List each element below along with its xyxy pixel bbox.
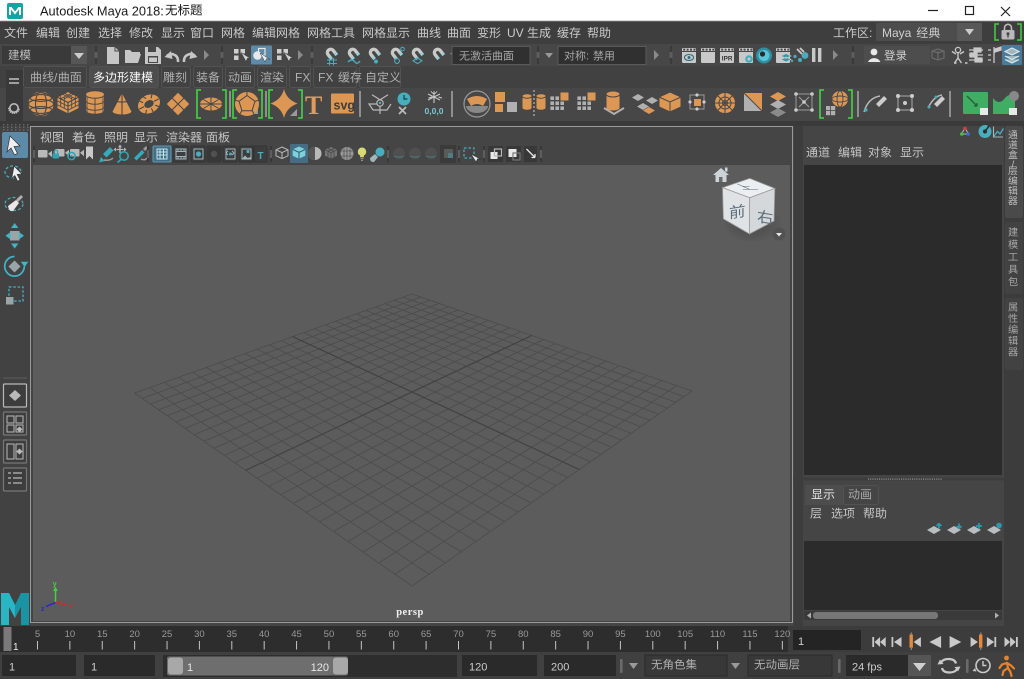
svg-text:x: x	[69, 603, 73, 610]
svg-text:80: 80	[518, 629, 529, 640]
svg-text:200: 200	[551, 662, 569, 674]
svg-text:120: 120	[774, 629, 790, 640]
svg-text:IPR: IPR	[722, 56, 733, 63]
svg-text:60: 60	[388, 629, 399, 640]
svg-text:T: T	[258, 151, 264, 162]
svg-text:/: /	[1012, 160, 1015, 171]
svg-text:1: 1	[9, 662, 15, 674]
svg-text:UV: UV	[507, 26, 524, 40]
svg-text:1: 1	[187, 662, 193, 674]
svg-text:T: T	[305, 91, 322, 120]
svg-text:120: 120	[469, 662, 487, 674]
svg-text:z: z	[41, 606, 45, 613]
svg-text:85: 85	[550, 629, 561, 640]
svg-text:75: 75	[486, 629, 497, 640]
svg-text:FX: FX	[295, 71, 310, 85]
svg-text:15: 15	[97, 629, 108, 640]
svg-text:55: 55	[356, 629, 367, 640]
svg-text:20: 20	[129, 629, 140, 640]
svg-text:90: 90	[583, 629, 594, 640]
svg-text::: :	[869, 26, 872, 40]
svg-text:Autodesk Maya 2018:: Autodesk Maya 2018:	[40, 4, 167, 19]
svg-text:45: 45	[291, 629, 302, 640]
svg-text:persp: persp	[396, 607, 424, 618]
svg-text:25: 25	[162, 629, 173, 640]
svg-text:65: 65	[421, 629, 432, 640]
svg-text::: :	[586, 51, 589, 63]
svg-text:110: 110	[710, 629, 725, 640]
svg-text:50: 50	[324, 629, 335, 640]
svg-text:svg: svg	[334, 99, 356, 113]
svg-text:35: 35	[227, 629, 238, 640]
svg-text:10: 10	[65, 629, 76, 640]
svg-text:115: 115	[742, 629, 757, 640]
svg-text:100: 100	[645, 629, 661, 640]
svg-text:95: 95	[615, 629, 626, 640]
svg-text:FX: FX	[318, 71, 333, 85]
svg-text:30: 30	[194, 629, 205, 640]
svg-text:120: 120	[311, 662, 329, 674]
svg-text:1: 1	[798, 636, 804, 648]
svg-text:Maya: Maya	[882, 26, 912, 40]
svg-text:y: y	[53, 581, 57, 588]
svg-text:5: 5	[35, 629, 40, 640]
svg-text:70: 70	[453, 629, 464, 640]
svg-text:1: 1	[13, 642, 19, 653]
svg-text:0,0,0: 0,0,0	[425, 106, 444, 116]
svg-text:24 fps: 24 fps	[852, 662, 882, 674]
svg-text:105: 105	[677, 629, 693, 640]
svg-text:40: 40	[259, 629, 270, 640]
svg-text:1: 1	[91, 662, 97, 674]
